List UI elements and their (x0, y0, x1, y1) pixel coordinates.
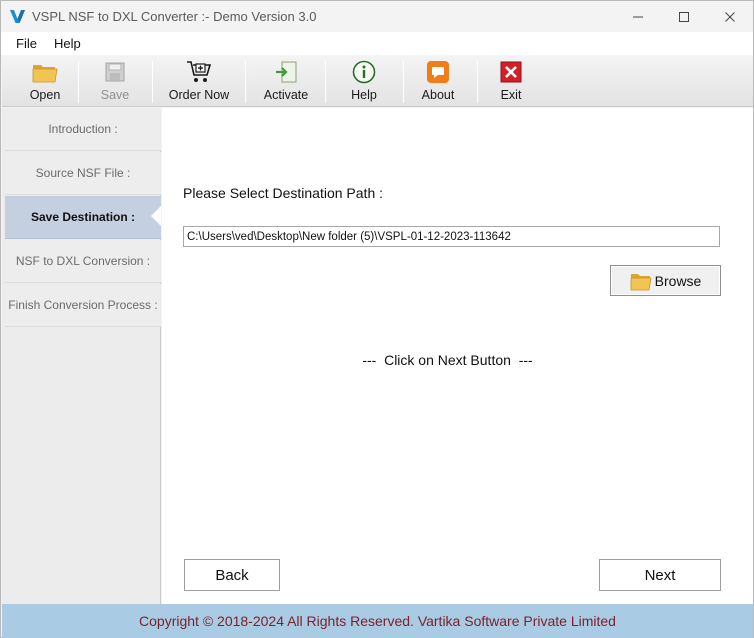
steps-sidebar: Introduction : Source NSF File : Save De… (2, 108, 161, 604)
maximize-icon (679, 11, 689, 22)
close-button[interactable] (707, 1, 753, 32)
activate-button[interactable]: Activate (258, 57, 314, 103)
about-button[interactable]: About (414, 57, 462, 103)
minimize-icon (633, 16, 643, 17)
destination-path-input[interactable] (183, 226, 720, 247)
toolbar-separator (477, 61, 478, 103)
minimize-button[interactable] (615, 1, 661, 32)
open-button[interactable]: Open (17, 57, 73, 103)
about-icon (425, 59, 451, 85)
activate-icon (273, 59, 299, 85)
menu-help[interactable]: Help (54, 36, 81, 51)
window-title: VSPL NSF to DXL Converter :- Demo Versio… (32, 9, 317, 24)
step-nsf-to-dxl-conversion: NSF to DXL Conversion : (5, 240, 161, 283)
info-icon (351, 59, 377, 85)
next-hint-text: --- Click on Next Button --- (362, 352, 533, 368)
exit-icon (498, 59, 524, 85)
step-save-destination: Save Destination : (5, 196, 161, 239)
next-button[interactable]: Next (599, 559, 721, 591)
copyright-footer: Copyright © 2018-2024 All Rights Reserve… (2, 604, 753, 638)
folder-icon (630, 273, 652, 290)
menu-file[interactable]: File (16, 36, 37, 51)
close-icon (725, 11, 735, 22)
order-now-button[interactable]: Order Now (164, 57, 234, 103)
activate-label: Activate (263, 88, 309, 102)
toolbar-separator (78, 61, 79, 103)
help-label: Help (351, 88, 377, 102)
step-source-nsf-file: Source NSF File : (5, 152, 161, 195)
menu-bar: File Help (1, 32, 753, 55)
maximize-button[interactable] (661, 1, 707, 32)
exit-label: Exit (500, 88, 522, 102)
open-label: Open (29, 88, 61, 102)
exit-button[interactable]: Exit (490, 57, 532, 103)
toolbar-separator (152, 61, 153, 103)
help-button[interactable]: Help (340, 57, 388, 103)
toolbar: Open Save Order Now Activate Help About … (2, 55, 753, 107)
save-label: Save (100, 88, 130, 102)
toolbar-separator (245, 61, 246, 103)
title-bar: VSPL NSF to DXL Converter :- Demo Versio… (1, 1, 753, 32)
destination-path-label: Please Select Destination Path : (183, 185, 384, 201)
step-introduction: Introduction : (5, 108, 161, 151)
shopping-cart-icon (186, 59, 212, 85)
active-step-pointer (151, 206, 161, 226)
app-window: VSPL NSF to DXL Converter :- Demo Versio… (0, 0, 754, 638)
about-label: About (421, 88, 455, 102)
step-finish-conversion-process: Finish Conversion Process : (5, 284, 161, 327)
back-button[interactable]: Back (184, 559, 280, 591)
browse-label: Browse (654, 272, 702, 289)
folder-open-icon (32, 59, 58, 85)
order-now-label: Order Now (168, 88, 230, 102)
app-logo-icon (10, 10, 25, 23)
browse-button[interactable]: Browse (610, 265, 721, 296)
save-button[interactable]: Save (88, 57, 142, 103)
toolbar-separator (325, 61, 326, 103)
save-disk-icon (102, 59, 128, 85)
main-panel: Please Select Destination Path : Browse … (162, 108, 753, 604)
toolbar-separator (403, 61, 404, 103)
